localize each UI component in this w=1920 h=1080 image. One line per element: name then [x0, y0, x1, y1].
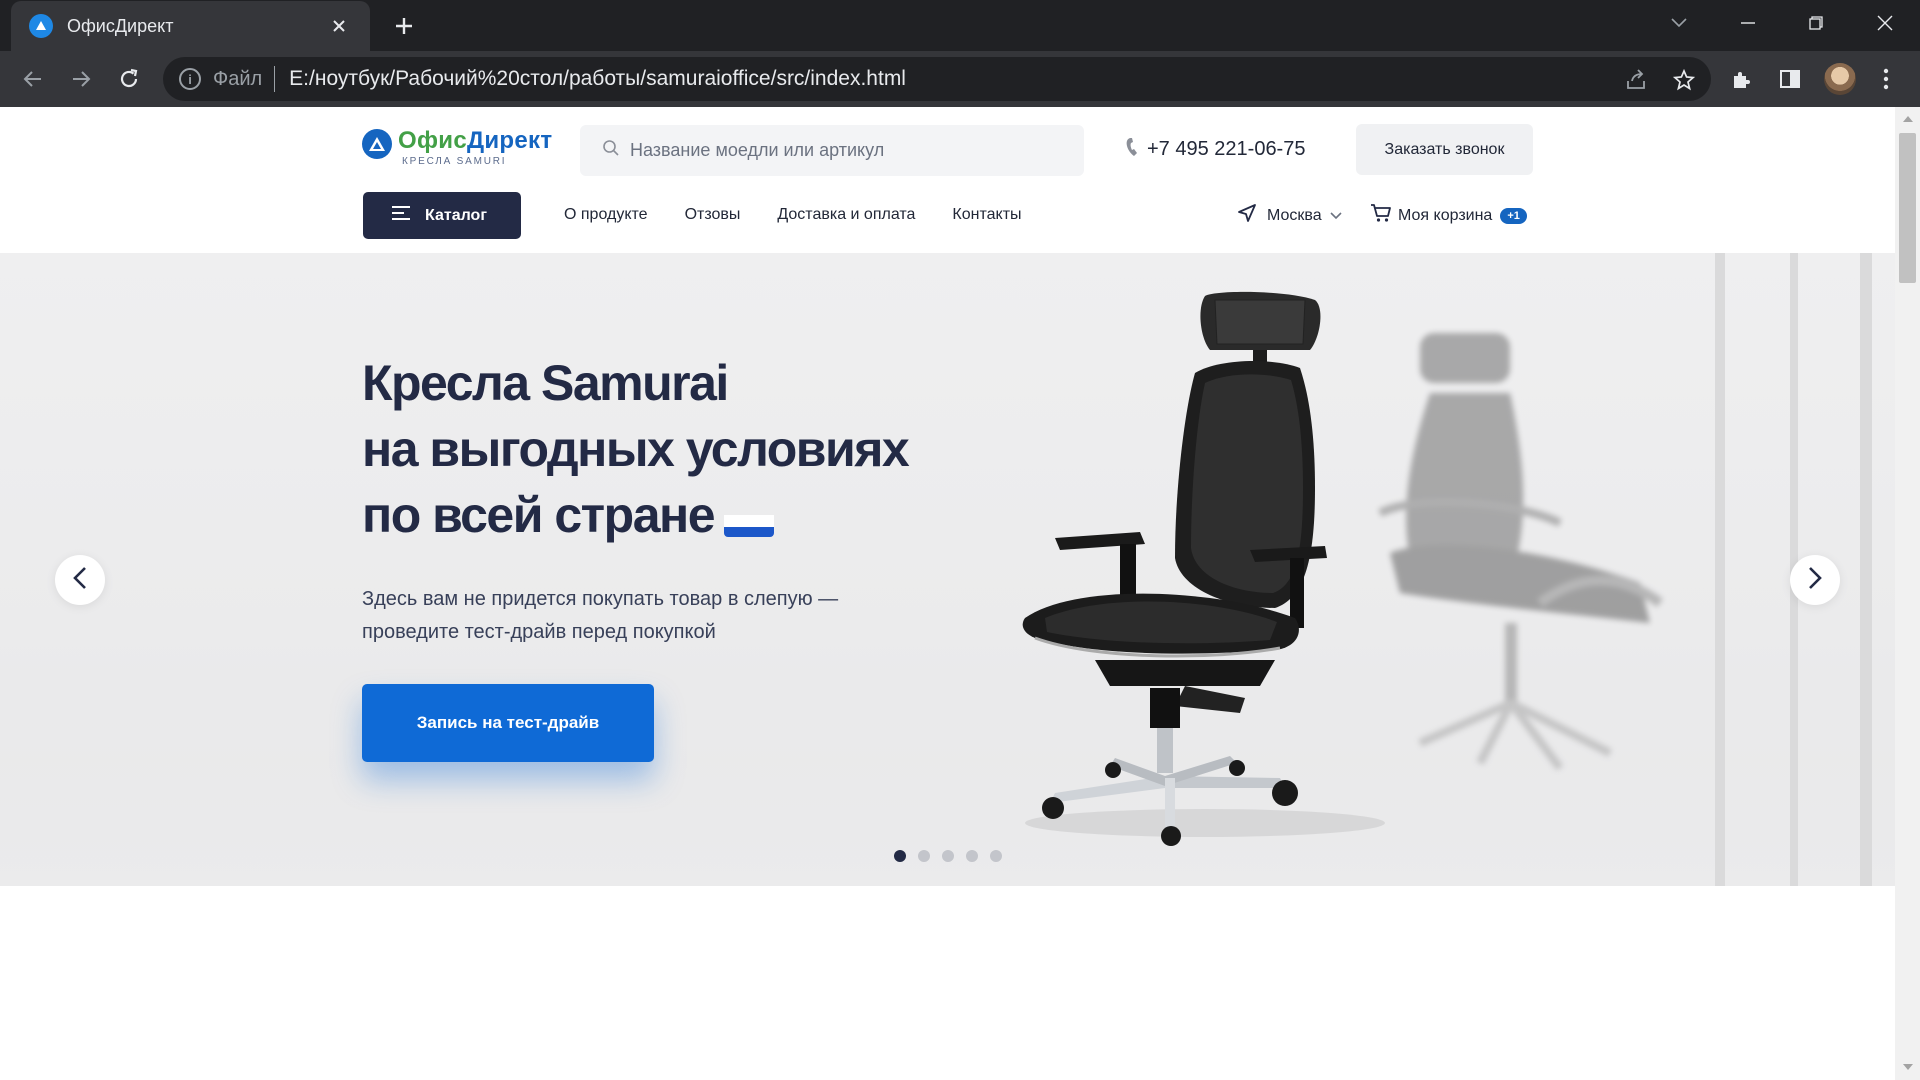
- search-icon: [602, 139, 620, 162]
- logo-mark-icon: [362, 129, 392, 159]
- tab-search-icon[interactable]: [1656, 4, 1702, 42]
- slider-next-button[interactable]: [1790, 555, 1840, 605]
- site-logo[interactable]: ОфисДирект КРЕСЛА SAMURI: [362, 127, 552, 167]
- slider-pagination: [894, 850, 1014, 862]
- search-placeholder: Название моедли или артикул: [630, 140, 885, 160]
- main-nav: О продукте Отзовы Доставка и оплата Конт…: [564, 206, 1059, 224]
- browser-tab[interactable]: ОфисДирект: [11, 1, 370, 51]
- hero-slider: Кресла Samurai на выгодных условиях по в…: [0, 253, 1895, 886]
- cart-link[interactable]: Моя корзина +1: [1370, 203, 1527, 228]
- url-text[interactable]: E:/ноутбук/Рабочий%20стол/работы/samurai…: [289, 67, 906, 91]
- scroll-down-icon[interactable]: [1895, 1057, 1920, 1077]
- profile-avatar[interactable]: [1824, 63, 1856, 95]
- site-info-icon[interactable]: i: [179, 68, 201, 90]
- cart-label: Моя корзина: [1398, 206, 1493, 224]
- url-scheme-label: Файл: [213, 67, 263, 90]
- search-input[interactable]: Название моедли или артикул: [580, 125, 1084, 176]
- favicon-icon: [29, 14, 53, 38]
- back-icon[interactable]: [15, 61, 51, 97]
- phone-link[interactable]: +7 495 221-06-75: [1125, 137, 1305, 162]
- menu-kebab-icon[interactable]: [1872, 65, 1900, 93]
- extensions-icon[interactable]: [1728, 65, 1756, 93]
- cart-count-badge: +1: [1500, 207, 1527, 224]
- cart-icon: [1370, 203, 1392, 228]
- reload-icon[interactable]: [111, 61, 147, 97]
- background-chair-image: [1378, 333, 1663, 771]
- close-window-icon[interactable]: [1862, 4, 1908, 42]
- city-name: Москва: [1267, 206, 1322, 224]
- slider-dot[interactable]: [918, 850, 930, 862]
- location-arrow-icon: [1237, 203, 1257, 228]
- catalog-button[interactable]: Каталог: [363, 192, 521, 239]
- phone-number: +7 495 221-06-75: [1147, 138, 1306, 160]
- russia-flag-icon: [724, 501, 775, 537]
- omnibox-divider: [274, 66, 276, 92]
- phone-icon: [1125, 137, 1141, 162]
- catalog-label: Каталог: [425, 206, 487, 224]
- tab-title: ОфисДирект: [67, 15, 174, 36]
- page-scrollbar[interactable]: [1895, 107, 1920, 1080]
- browser-tab-strip: ОфисДирект: [0, 0, 1920, 51]
- chevron-left-icon: [73, 566, 87, 595]
- menu-icon: [391, 205, 411, 226]
- slider-dot[interactable]: [990, 850, 1002, 862]
- address-bar[interactable]: i Файл E:/ноутбук/Рабочий%20стол/работы/…: [163, 57, 1711, 101]
- nav-item-delivery[interactable]: Доставка и оплата: [777, 206, 915, 224]
- nav-item-about[interactable]: О продукте: [564, 206, 648, 224]
- restore-icon[interactable]: [1793, 4, 1839, 42]
- minimize-icon[interactable]: [1725, 4, 1771, 42]
- nav-item-contacts[interactable]: Контакты: [952, 206, 1021, 224]
- web-page: ОфисДирект КРЕСЛА SAMURI Название моедли…: [0, 107, 1895, 1080]
- new-tab-button[interactable]: [387, 9, 421, 43]
- scroll-up-icon[interactable]: [1895, 109, 1920, 129]
- bookmark-star-icon[interactable]: [1671, 67, 1697, 93]
- city-selector[interactable]: Москва: [1237, 203, 1342, 228]
- background-window-frame: [1715, 253, 1725, 886]
- browser-toolbar: i Файл E:/ноутбук/Рабочий%20стол/работы/…: [0, 51, 1920, 107]
- hero-subtitle: Здесь вам не придется покупать товар в с…: [362, 588, 839, 643]
- hero-title: Кресла Samurai на выгодных условиях по в…: [362, 350, 910, 548]
- slider-prev-button[interactable]: [55, 555, 105, 605]
- logo-tagline: КРЕСЛА SAMURI: [402, 156, 507, 167]
- office-chair-image: [1022, 291, 1385, 846]
- slider-dot[interactable]: [894, 850, 906, 862]
- test-drive-button[interactable]: Запись на тест-драйв: [362, 684, 654, 762]
- forward-icon[interactable]: [63, 61, 99, 97]
- chevron-right-icon: [1808, 566, 1822, 595]
- slider-dot[interactable]: [942, 850, 954, 862]
- share-icon[interactable]: [1623, 67, 1649, 93]
- request-call-button[interactable]: Заказать звонок: [1356, 124, 1533, 175]
- logo-name: ОфисДирект: [398, 127, 553, 154]
- scrollbar-thumb[interactable]: [1899, 133, 1916, 283]
- logo-text: ОфисДирект КРЕСЛА SAMURI: [398, 127, 552, 167]
- side-panel-icon[interactable]: [1776, 65, 1804, 93]
- background-window-frame: [1860, 253, 1872, 886]
- slider-dot[interactable]: [966, 850, 978, 862]
- chevron-down-icon: [1330, 207, 1342, 225]
- nav-item-reviews[interactable]: Отзовы: [685, 206, 741, 224]
- close-tab-icon[interactable]: [326, 13, 352, 39]
